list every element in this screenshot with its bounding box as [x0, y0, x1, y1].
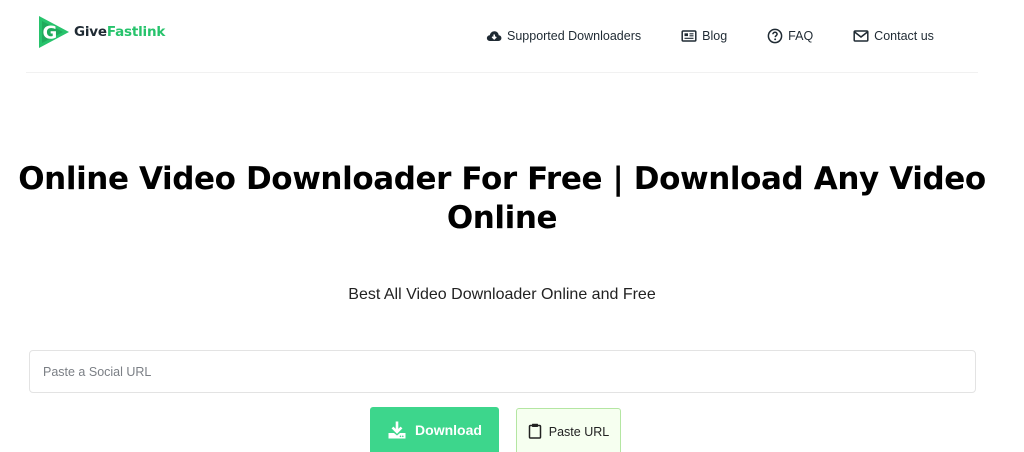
- url-input[interactable]: [29, 350, 976, 393]
- download-button-label: Download: [415, 422, 482, 438]
- play-g-logo-icon: G: [36, 12, 72, 52]
- nav-item-contact-us[interactable]: Contact us: [853, 28, 934, 44]
- nav-item-faq[interactable]: FAQ: [767, 28, 813, 44]
- page-title: Online Video Downloader For Free | Downl…: [18, 161, 986, 236]
- brand-logo[interactable]: G GiveFastlink: [36, 12, 165, 52]
- question-circle-icon: [767, 28, 783, 44]
- paste-url-button-label: Paste URL: [548, 425, 610, 439]
- cloud-download-icon: [486, 28, 502, 44]
- main-nav: Supported Downloaders Blog FAQ Contact u…: [486, 28, 934, 44]
- nav-item-label: Contact us: [874, 29, 934, 43]
- download-icon: [387, 420, 407, 440]
- newspaper-icon: [681, 28, 697, 44]
- clipboard-icon: [528, 423, 542, 439]
- nav-item-label: FAQ: [788, 29, 814, 43]
- page-subtitle: Best All Video Downloader Online and Fre…: [348, 286, 656, 303]
- nav-item-label: Supported Downloaders: [507, 29, 642, 43]
- site-header: G GiveFastlink Supported Downloaders Blo…: [26, 0, 978, 73]
- nav-item-blog[interactable]: Blog: [681, 28, 727, 44]
- paste-url-button[interactable]: Paste URL: [516, 408, 621, 452]
- download-button[interactable]: Download: [370, 407, 499, 452]
- nav-item-label: Blog: [702, 29, 728, 43]
- svg-text:G: G: [43, 23, 58, 44]
- brand-name: GiveFastlink: [74, 24, 166, 40]
- envelope-icon: [853, 28, 869, 44]
- nav-item-supported-downloaders[interactable]: Supported Downloaders: [486, 28, 641, 44]
